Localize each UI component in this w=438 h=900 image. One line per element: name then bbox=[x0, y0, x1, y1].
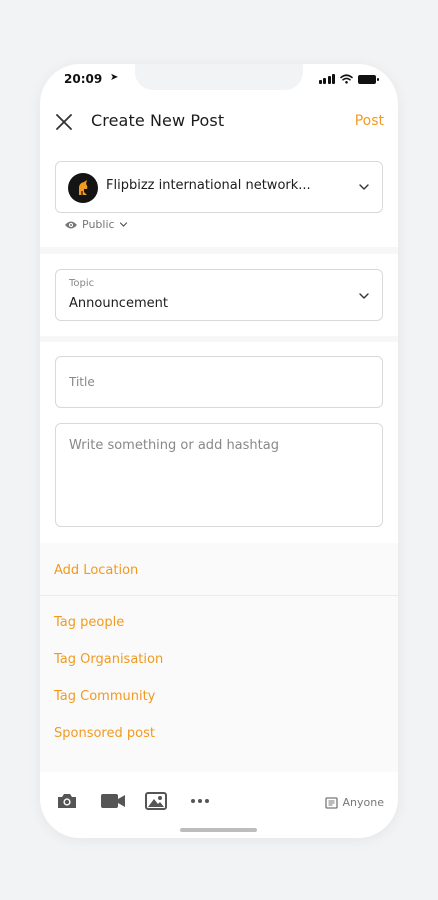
chevron-down-icon bbox=[359, 184, 369, 190]
tag-community-link[interactable]: Tag Community bbox=[54, 689, 155, 704]
tag-organisation-link[interactable]: Tag Organisation bbox=[54, 652, 163, 667]
image-icon[interactable] bbox=[145, 792, 167, 810]
account-selector[interactable]: Flipbizz international network... bbox=[55, 161, 383, 213]
chevron-down-icon bbox=[359, 293, 369, 299]
location-arrow-icon: ➤ bbox=[110, 72, 119, 83]
add-location-link[interactable]: Add Location bbox=[54, 563, 138, 578]
signal-icon bbox=[318, 74, 335, 84]
notch bbox=[135, 64, 303, 90]
phone-frame: 20:09 ➤ Create New Post Post Flipbizz in… bbox=[40, 64, 398, 838]
audience-selector[interactable]: Anyone bbox=[324, 796, 384, 809]
eye-icon bbox=[65, 221, 77, 228]
more-icon[interactable] bbox=[190, 798, 210, 804]
status-time: 20:09 bbox=[64, 72, 103, 86]
visibility-label: Public bbox=[82, 218, 115, 231]
video-icon[interactable] bbox=[100, 793, 126, 809]
section-divider bbox=[40, 336, 398, 342]
page-title: Create New Post bbox=[91, 111, 225, 130]
camera-icon[interactable] bbox=[56, 792, 78, 810]
topic-label: Topic bbox=[69, 278, 95, 289]
visibility-selector[interactable]: Public bbox=[64, 218, 128, 231]
topic-value: Announcement bbox=[69, 296, 168, 311]
title-input[interactable] bbox=[55, 356, 383, 408]
divider bbox=[40, 595, 398, 596]
account-name: Flipbizz international network... bbox=[106, 178, 311, 193]
post-button[interactable]: Post bbox=[355, 113, 384, 129]
wifi-icon bbox=[340, 74, 353, 84]
close-icon[interactable] bbox=[54, 112, 74, 132]
header: Create New Post Post bbox=[40, 106, 398, 138]
chevron-down-icon bbox=[119, 222, 127, 227]
avatar bbox=[68, 173, 98, 203]
post-body-input[interactable] bbox=[55, 423, 383, 527]
tag-people-link[interactable]: Tag people bbox=[54, 615, 124, 630]
logo-icon bbox=[79, 180, 88, 195]
home-indicator bbox=[180, 828, 257, 832]
battery-icon bbox=[358, 74, 379, 84]
section-divider bbox=[40, 247, 398, 254]
topic-select[interactable]: Topic Announcement bbox=[55, 269, 383, 321]
audience-label: Anyone bbox=[342, 796, 384, 809]
audience-icon bbox=[324, 796, 338, 809]
status-icons bbox=[318, 74, 379, 84]
sponsored-post-link[interactable]: Sponsored post bbox=[54, 726, 155, 741]
